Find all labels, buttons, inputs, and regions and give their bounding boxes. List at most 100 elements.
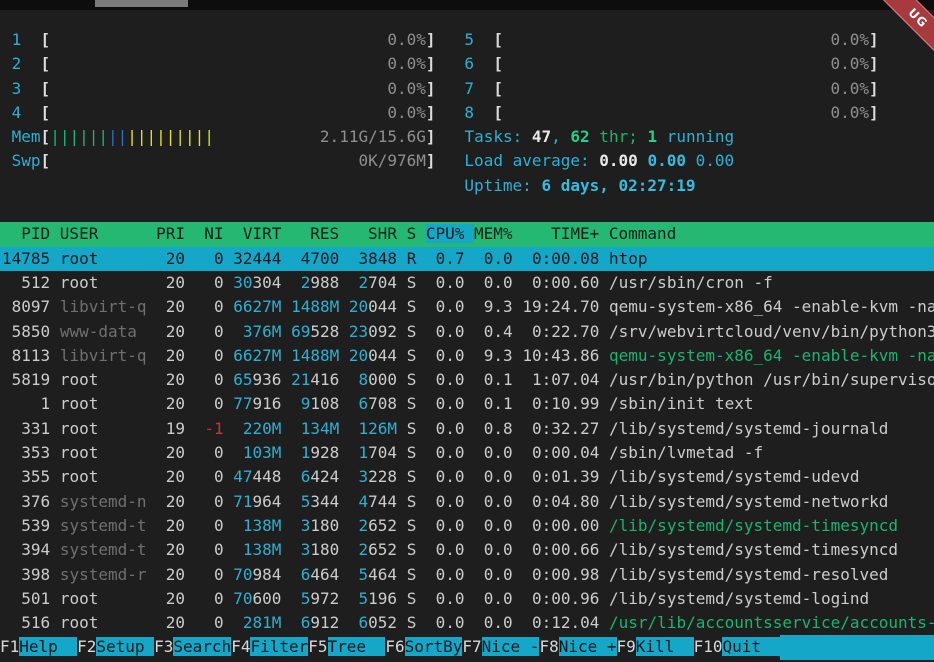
uptime-value: 6 days, 02:27:19 <box>541 176 695 195</box>
fkey-f9[interactable]: F9Kill <box>617 635 694 659</box>
text-segment <box>185 346 195 365</box>
mem-value: 052 <box>368 613 397 632</box>
ni-cell: 0 <box>195 249 224 268</box>
text-segment <box>339 249 349 268</box>
fkey-action-label: Kill <box>636 637 694 656</box>
column-header-res[interactable]: RES <box>291 224 349 243</box>
column-header-mem[interactable]: MEM% <box>474 224 522 243</box>
mem-pct-cell: 0.0 <box>474 492 513 511</box>
fkey-f5[interactable]: F5Tree <box>308 635 385 659</box>
fkey-action-label: Quit <box>722 637 780 656</box>
text-segment <box>339 467 349 486</box>
process-row[interactable]: 376 systemd-n 20 0 71964 5344 4744 S 0.0… <box>0 490 934 514</box>
mem-value: 600 <box>253 589 282 608</box>
process-row[interactable]: 353 root 20 0 103M 1928 1704 S 0.0 0.0 0… <box>0 441 934 465</box>
process-row[interactable]: 539 systemd-t 20 0 138M 3180 2652 S 0.0 … <box>0 514 934 538</box>
meter-empty <box>214 127 320 146</box>
ribbon-label: UG <box>905 5 930 30</box>
text-segment <box>224 419 234 438</box>
text-segment <box>147 273 157 292</box>
process-row[interactable]: 8097 libvirt-q 20 0 6627M 1488M 20044 S … <box>0 295 934 319</box>
fkey-f10[interactable]: F10Quit <box>694 635 781 659</box>
text-segment <box>147 346 157 365</box>
cpu-meter-label: 6 <box>464 54 493 73</box>
text-segment <box>397 565 407 584</box>
text-segment <box>339 443 349 462</box>
text-segment <box>185 419 195 438</box>
mem-value: 704 <box>368 273 397 292</box>
mem-value: 138M <box>233 540 281 559</box>
text-segment <box>50 273 60 292</box>
column-header-pid[interactable]: PID <box>2 224 60 243</box>
text-segment <box>599 443 609 462</box>
process-row[interactable]: 516 root 20 0 281M 6912 6052 S 0.0 0.0 0… <box>0 611 934 635</box>
meter-bracket: ] <box>426 79 436 98</box>
column-header-command[interactable]: Command <box>609 224 676 243</box>
text-segment <box>185 322 195 341</box>
fkey-f6[interactable]: F6SortBy <box>385 635 462 659</box>
process-row[interactable]: 501 root 20 0 70600 5972 5196 S 0.0 0.0 … <box>0 587 934 611</box>
text-segment <box>185 516 195 535</box>
mem-tasks-row: Mem[||||||||||||||||| 2.11G/15.6G] Tasks… <box>0 125 934 149</box>
process-row[interactable]: 5819 root 20 0 65936 21416 8000 S 0.0 0.… <box>0 368 934 392</box>
column-header-ni[interactable]: NI <box>195 224 234 243</box>
text-segment <box>185 589 195 608</box>
column-header-pri[interactable]: PRI <box>156 224 195 243</box>
text-segment <box>147 516 157 535</box>
mem-pct-cell: 0.0 <box>474 613 513 632</box>
mem-value-prefix: 5 <box>349 565 368 584</box>
text-segment <box>339 589 349 608</box>
text-segment <box>339 419 349 438</box>
text-segment <box>513 346 523 365</box>
text-segment <box>185 565 195 584</box>
fkey-f1[interactable]: F1Help <box>0 635 77 659</box>
process-row[interactable]: 5850 www-data 20 0 376M 69528 23092 S 0.… <box>0 320 934 344</box>
user-cell: systemd-n <box>60 492 147 511</box>
process-row[interactable]: 14785 root 20 0 32444 4700 3848 R 0.7 0.… <box>0 247 934 271</box>
process-row[interactable]: 1 root 20 0 77916 9108 6708 S 0.0 0.1 0:… <box>0 392 934 416</box>
meter-bracket: ] <box>426 103 436 122</box>
text-segment <box>281 370 291 389</box>
mem-value-prefix: 1 <box>349 443 368 462</box>
process-row[interactable]: 512 root 20 0 30304 2988 2704 S 0.0 0.0 … <box>0 271 934 295</box>
pri-cell: 20 <box>156 297 185 316</box>
text-segment <box>465 467 475 486</box>
meter-empty <box>503 103 831 122</box>
mem-value-prefix: 20 <box>349 346 368 365</box>
fkey-f2[interactable]: F2Setup <box>77 635 154 659</box>
cpu-pct-cell: 0.0 <box>426 540 465 559</box>
process-row[interactable]: 398 systemd-r 20 0 70984 6464 5464 S 0.0… <box>0 563 934 587</box>
text-segment <box>147 589 157 608</box>
column-header-user[interactable]: USER <box>60 224 156 243</box>
pri-cell: 20 <box>156 589 185 608</box>
fkey-f8[interactable]: F8Nice + <box>539 635 616 659</box>
command-cell: /lib/systemd/systemd-logind <box>609 589 869 608</box>
fkey-action-label: Nice - <box>482 637 540 656</box>
process-row[interactable]: 331 root 19 -1 220M 134M 126M S 0.0 0.8 … <box>0 417 934 441</box>
process-row[interactable]: 394 systemd-t 20 0 138M 3180 2652 S 0.0 … <box>0 538 934 562</box>
pid-cell: 1 <box>2 394 50 413</box>
text-segment <box>465 540 475 559</box>
command-cell: /lib/systemd/systemd-timesyncd <box>609 540 898 559</box>
text-segment <box>599 249 609 268</box>
text-segment <box>224 492 234 511</box>
column-header-virt[interactable]: VIRT <box>233 224 291 243</box>
command-cell: qemu-system-x86_64 -enable-kvm -na <box>609 346 934 365</box>
mem-value-prefix: 5 <box>349 589 368 608</box>
text-segment <box>185 273 195 292</box>
cpu-meter-label: 4 <box>12 103 41 122</box>
text-segment <box>185 467 195 486</box>
column-header-time[interactable]: TIME+ <box>522 224 609 243</box>
text-segment <box>465 273 475 292</box>
fkey-f4[interactable]: F4Filter <box>231 635 308 659</box>
column-header-shr[interactable]: SHR <box>349 224 407 243</box>
text-segment <box>339 370 349 389</box>
process-row[interactable]: 355 root 20 0 47448 6424 3228 S 0.0 0.0 … <box>0 465 934 489</box>
process-row[interactable]: 8113 libvirt-q 20 0 6627M 1488M 20044 S … <box>0 344 934 368</box>
fkey-f3[interactable]: F3Search <box>154 635 231 659</box>
fkey-f7[interactable]: F7Nice - <box>462 635 539 659</box>
column-header-s[interactable]: S <box>407 224 426 243</box>
time-cell: 10:43.86 <box>522 346 599 365</box>
mem-value: 103M <box>233 443 281 462</box>
column-header-cpu[interactable]: CPU% <box>426 224 474 243</box>
